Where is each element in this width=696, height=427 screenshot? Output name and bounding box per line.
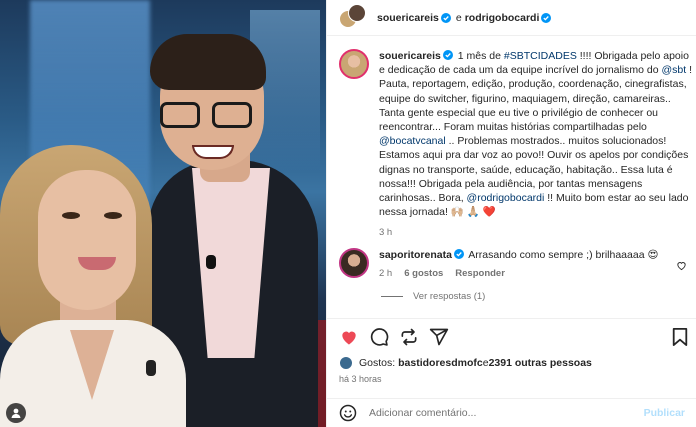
caption-segment: 1 mês de bbox=[454, 50, 504, 62]
comment-username[interactable]: saporitorenata bbox=[379, 249, 452, 261]
verified-badge-icon bbox=[453, 249, 464, 260]
woman-face bbox=[38, 170, 136, 310]
header-conjunction: e bbox=[455, 11, 462, 24]
comments-area: souericareis 1 mês de #SBTCIDADES !!!! O… bbox=[327, 37, 696, 317]
comment-text: saporitorenata Arrasando como sempre ;) … bbox=[379, 248, 669, 262]
comment-meta: 2 h 6 gostos Responder bbox=[379, 268, 669, 279]
divider bbox=[381, 296, 403, 298]
likes-prefix: Gostos: bbox=[359, 357, 396, 369]
share-icon[interactable] bbox=[429, 327, 449, 347]
glasses bbox=[160, 102, 256, 130]
caption-text: souericareis 1 mês de #SBTCIDADES !!!! O… bbox=[379, 49, 696, 219]
verified-badge-icon bbox=[442, 50, 453, 60]
publish-button[interactable]: Publicar bbox=[644, 407, 685, 419]
likes-summary: Gostos: bastidoresdmofc e 2391 outras pe… bbox=[339, 356, 592, 370]
avatar[interactable] bbox=[339, 248, 369, 279]
comment-icon[interactable] bbox=[369, 327, 389, 347]
reply-button[interactable]: Responder bbox=[455, 268, 505, 279]
likes-others-link[interactable]: 2391 outras pessoas bbox=[489, 357, 592, 369]
caption: souericareis 1 mês de #SBTCIDADES !!!! O… bbox=[327, 37, 696, 238]
add-comment-bar: Adicionar comentário... Publicar bbox=[327, 398, 696, 427]
post-photo[interactable] bbox=[0, 0, 326, 427]
woman-eye bbox=[104, 212, 122, 219]
comment-item: saporitorenata Arrasando como sempre ;) … bbox=[327, 238, 696, 279]
lapel-mic bbox=[206, 255, 216, 269]
author-avatars[interactable] bbox=[339, 3, 367, 32]
emoji-icon[interactable] bbox=[339, 404, 357, 422]
avatar bbox=[339, 356, 353, 370]
mention-link[interactable]: @sbt bbox=[662, 64, 687, 76]
post-header: souericareis e rodrigobocardi bbox=[327, 0, 696, 36]
hashtag-link[interactable]: #SBTCIDADES bbox=[504, 50, 577, 62]
bookmark-icon[interactable] bbox=[671, 327, 689, 347]
mention-link[interactable]: @bocatvcanal bbox=[379, 135, 446, 147]
heart-icon[interactable] bbox=[676, 260, 687, 271]
woman-eye bbox=[62, 212, 80, 219]
caption-username[interactable]: souericareis bbox=[379, 50, 441, 62]
repost-icon[interactable] bbox=[399, 327, 419, 347]
heart-icon[interactable] bbox=[339, 327, 359, 347]
avatar bbox=[348, 3, 366, 22]
mention-link[interactable]: @rodrigobocardi bbox=[467, 192, 545, 204]
lapel-mic bbox=[146, 360, 156, 376]
comment-time: 2 h bbox=[379, 268, 393, 280]
user-tag-icon bbox=[11, 408, 21, 418]
avatar[interactable] bbox=[339, 49, 369, 79]
author-username[interactable]: souericareis bbox=[377, 12, 439, 24]
caption-time: 3 h bbox=[379, 227, 393, 239]
comment-likes[interactable]: 6 gostos bbox=[404, 268, 443, 279]
action-bar bbox=[327, 318, 696, 354]
view-replies-button[interactable]: Ver respostas (1) bbox=[327, 279, 696, 302]
post-time: há 3 horas bbox=[339, 374, 382, 384]
comment-body: Arrasando como sempre ;) brilhaaaaa 😍 bbox=[465, 249, 659, 262]
view-replies-label: Ver respostas (1) bbox=[413, 291, 486, 303]
post-panel: souericareis e rodrigobocardi souericare… bbox=[326, 0, 696, 427]
comment-input[interactable]: Adicionar comentário... bbox=[369, 407, 644, 419]
user-tag-button[interactable] bbox=[6, 403, 26, 423]
coauthor-username[interactable]: rodrigobocardi bbox=[465, 12, 540, 24]
verified-badge-icon bbox=[541, 12, 552, 23]
verified-badge-icon bbox=[440, 12, 451, 23]
man-hair bbox=[150, 34, 266, 90]
liker-username[interactable]: bastidoresdmofc bbox=[398, 357, 483, 369]
